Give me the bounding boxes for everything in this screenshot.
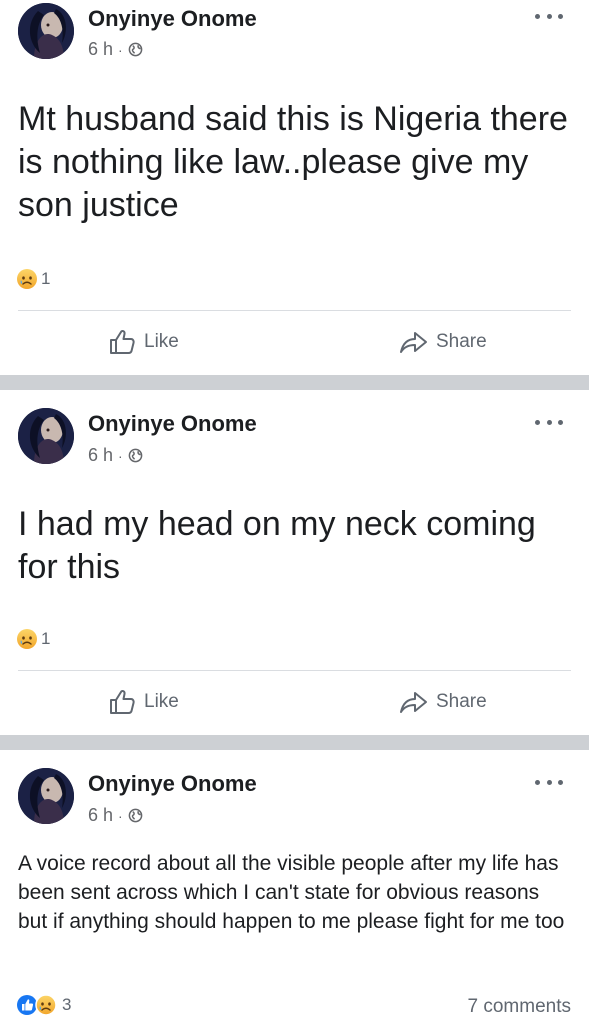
reactions-summary[interactable]: 1 xyxy=(16,628,50,650)
dot-icon xyxy=(558,13,563,19)
post-meta: 6 h · xyxy=(88,445,143,466)
post-text: Mt husband said this is Nigeria there is… xyxy=(18,100,568,224)
more-options-button[interactable] xyxy=(535,416,563,428)
more-options-button[interactable] xyxy=(535,10,563,22)
like-label: Like xyxy=(144,691,179,712)
author-name[interactable]: Onyinye Onome xyxy=(88,771,257,797)
sad-icon xyxy=(35,994,57,1016)
profile-photo-icon xyxy=(18,408,74,464)
globe-icon xyxy=(128,448,143,463)
meta-separator: · xyxy=(118,807,123,824)
post-separator xyxy=(0,735,589,750)
author-name[interactable]: Onyinye Onome xyxy=(88,411,257,437)
divider xyxy=(18,310,571,311)
comments-count[interactable]: 7 comments xyxy=(468,996,571,1018)
divider xyxy=(18,670,571,671)
thumbs-up-icon xyxy=(110,689,135,714)
avatar[interactable] xyxy=(18,768,74,824)
avatar[interactable] xyxy=(18,3,74,59)
dot-icon xyxy=(546,419,552,425)
share-arrow-icon xyxy=(400,332,427,353)
profile-photo-icon xyxy=(18,768,74,824)
share-button[interactable]: Share xyxy=(398,328,487,356)
like-label: Like xyxy=(144,331,179,352)
like-button[interactable]: Like xyxy=(108,328,179,356)
reaction-count: 1 xyxy=(41,269,51,288)
post-2: Onyinye Onome 6 h · I had my head on my … xyxy=(0,390,589,735)
post-meta: 6 h · xyxy=(88,39,143,60)
post-text: A voice record about all the visible peo… xyxy=(18,852,565,933)
globe-icon xyxy=(128,42,143,57)
reaction-count: 1 xyxy=(41,629,51,648)
dot-icon xyxy=(535,13,540,19)
reactions-summary[interactable]: 1 xyxy=(16,268,50,290)
reaction-count: 3 xyxy=(62,995,72,1014)
post-3: Onyinye Onome 6 h · A voice record about… xyxy=(0,750,589,1024)
avatar[interactable] xyxy=(18,408,74,464)
dot-icon xyxy=(546,779,552,785)
post-text: I had my head on my neck coming for this xyxy=(18,505,536,586)
post-time[interactable]: 6 h xyxy=(88,805,113,826)
more-options-button[interactable] xyxy=(535,776,563,788)
share-label: Share xyxy=(436,331,487,352)
post-1: Onyinye Onome 6 h · Mt husband said this… xyxy=(0,0,589,375)
dot-icon xyxy=(546,13,552,19)
author-name[interactable]: Onyinye Onome xyxy=(88,6,257,32)
share-arrow-icon xyxy=(400,692,427,713)
post-meta: 6 h · xyxy=(88,805,143,826)
like-button[interactable]: Like xyxy=(108,688,179,716)
share-label: Share xyxy=(436,691,487,712)
post-time[interactable]: 6 h xyxy=(88,445,113,466)
dot-icon xyxy=(535,779,540,785)
meta-separator: · xyxy=(118,41,123,58)
dot-icon xyxy=(558,419,563,425)
dot-icon xyxy=(535,419,540,425)
post-separator xyxy=(0,375,589,390)
sad-icon xyxy=(17,629,37,649)
profile-photo-icon xyxy=(18,3,74,59)
post-time[interactable]: 6 h xyxy=(88,39,113,60)
thumbs-up-icon xyxy=(110,329,135,354)
sad-icon xyxy=(17,269,37,289)
dot-icon xyxy=(558,779,563,785)
globe-icon xyxy=(128,808,143,823)
meta-separator: · xyxy=(118,447,123,464)
share-button[interactable]: Share xyxy=(398,688,487,716)
reactions-summary[interactable]: 3 xyxy=(16,994,71,1016)
